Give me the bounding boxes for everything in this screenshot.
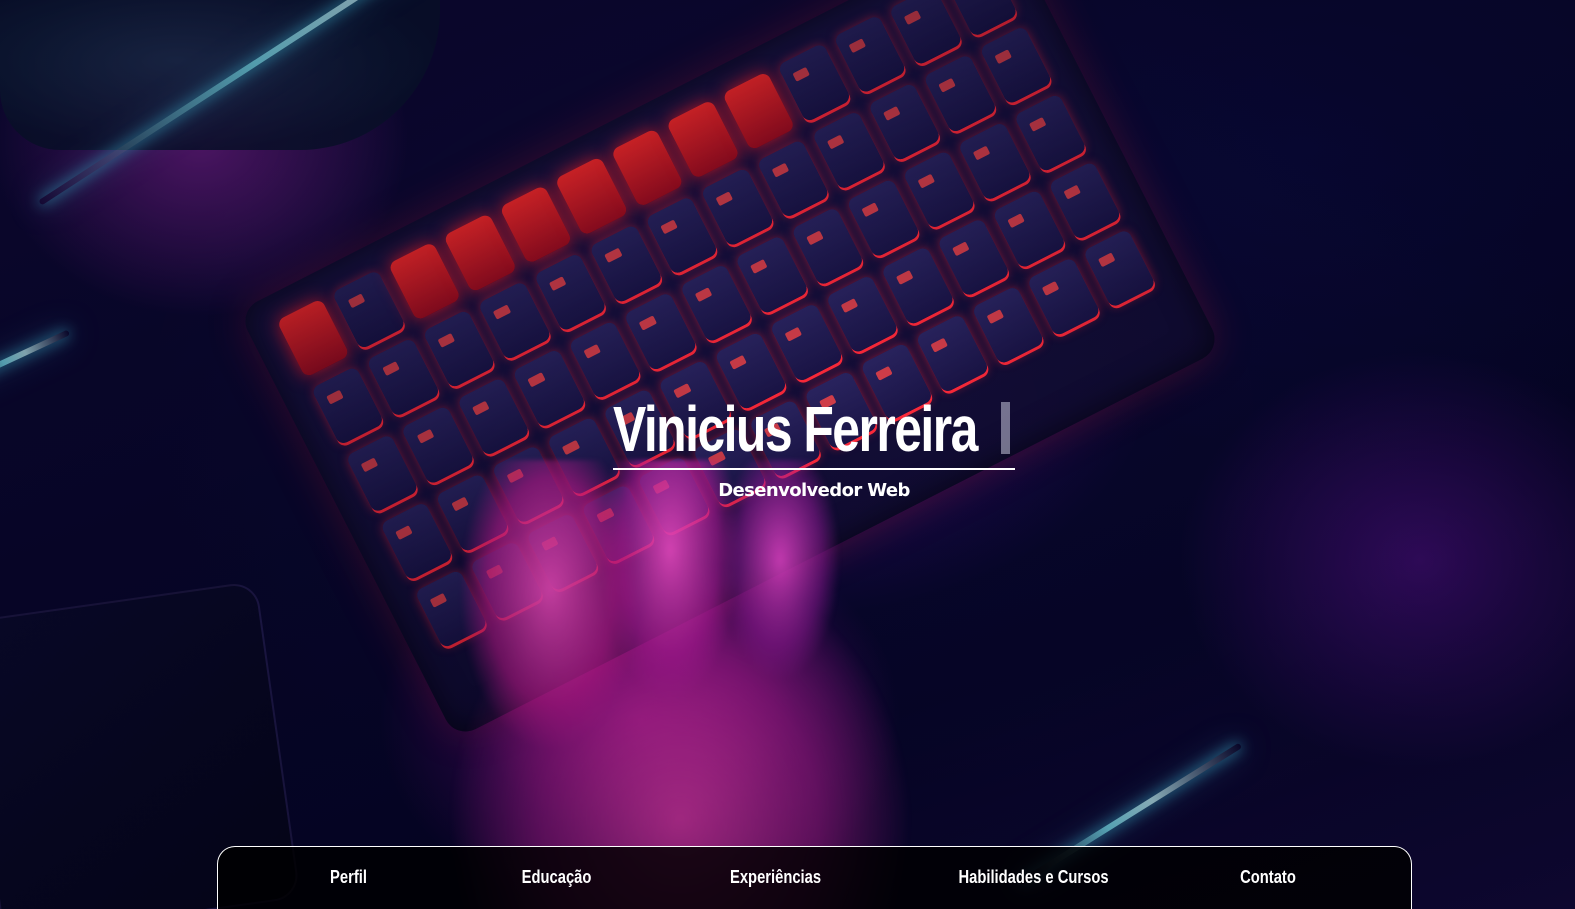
- hero-title: Vinicius Ferreira: [613, 390, 1015, 470]
- hero-subtitle: Desenvolvedor Web: [718, 480, 910, 501]
- main-navigation: Perfil Educação Experiências Habilidades…: [217, 846, 1412, 909]
- nav-item-perfil[interactable]: Perfil: [330, 867, 367, 888]
- nav-item-contato[interactable]: Contato: [1240, 867, 1296, 888]
- nav-item-educacao[interactable]: Educação: [522, 867, 592, 888]
- nav-item-experiencias[interactable]: Experiências: [730, 867, 821, 888]
- nav-item-habilidades-e-cursos[interactable]: Habilidades e Cursos: [958, 867, 1108, 888]
- typing-cursor: [1001, 402, 1010, 454]
- hero-title-text: Vinicius Ferreira: [613, 393, 978, 465]
